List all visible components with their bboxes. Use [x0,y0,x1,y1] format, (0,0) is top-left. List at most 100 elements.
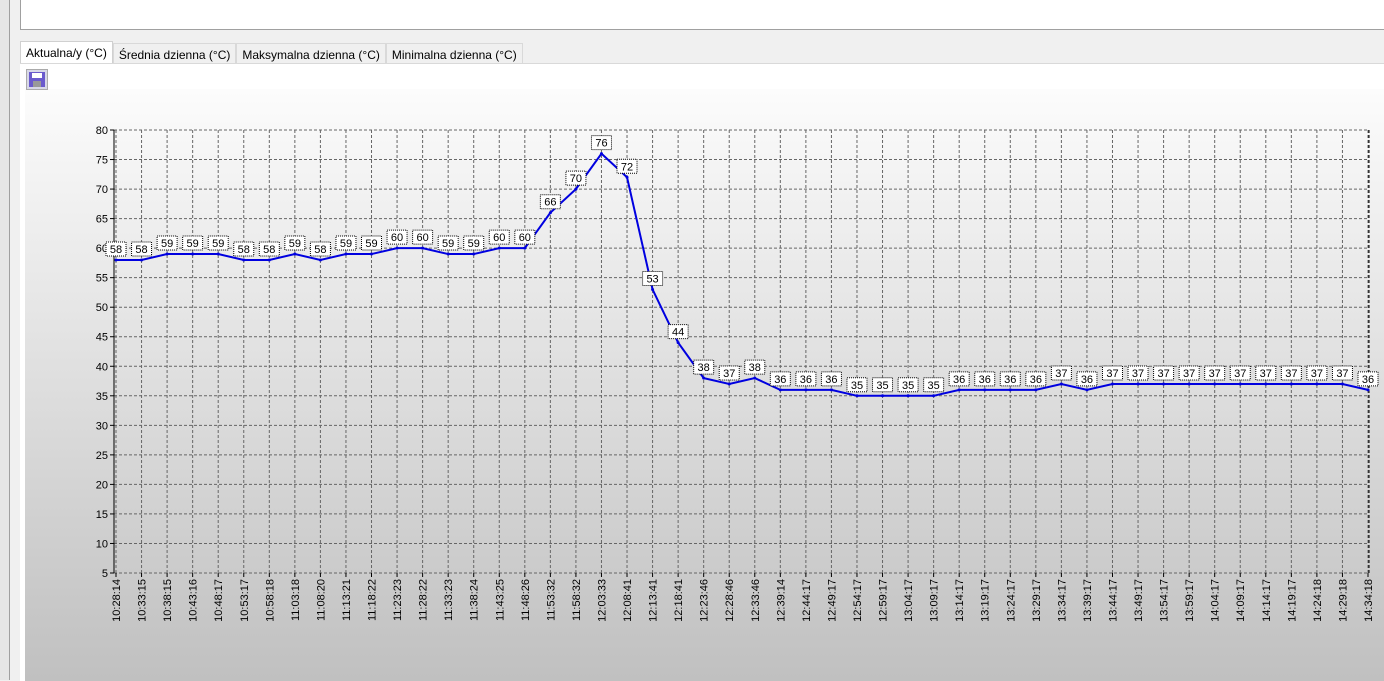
data-point [1059,382,1063,386]
data-label: 66 [544,197,556,209]
data-label: 53 [646,273,658,285]
data-label: 44 [672,327,684,339]
data-point [318,258,322,262]
x-tick-label: 11:48:26 [520,579,532,621]
x-tick-label: 10:48:17 [213,579,225,622]
x-tick-label: 12:39:14 [775,579,787,622]
y-tick-label: 15 [96,509,108,521]
data-label: 60 [416,232,428,244]
y-tick-label: 10 [96,538,108,550]
x-tick-label: 14:09:17 [1235,579,1247,622]
x-tick-label: 12:23:46 [699,579,711,622]
x-tick-label: 13:04:17 [903,579,915,622]
data-point [472,252,476,256]
data-point [957,388,961,392]
y-tick-label: 45 [96,332,108,344]
x-tick-label: 11:28:22 [418,579,430,621]
y-tick-label: 55 [96,273,108,285]
x-tick-label: 12:59:17 [878,579,890,622]
data-label: 59 [161,238,173,250]
data-point [702,376,706,380]
data-point [881,394,885,398]
data-label: 58 [110,244,122,256]
data-label: 36 [1362,374,1374,386]
data-label: 60 [519,232,531,244]
data-point [1264,382,1268,386]
data-point [855,394,859,398]
data-label: 59 [212,238,224,250]
x-tick-label: 12:44:17 [801,579,813,622]
data-label: 37 [1106,368,1118,380]
data-label: 59 [340,238,352,250]
data-point [497,246,501,250]
x-tick-label: 12:49:17 [826,579,838,622]
data-point [753,376,757,380]
data-label: 58 [238,244,250,256]
data-label: 36 [979,374,991,386]
x-tick-label: 13:19:17 [980,579,992,622]
data-point [727,382,731,386]
data-point [191,252,195,256]
y-tick-label: 80 [96,125,108,137]
x-tick-label: 12:28:46 [724,579,736,622]
data-point [267,258,271,262]
data-point [1238,382,1242,386]
x-tick-label: 11:33:23 [443,579,455,621]
data-point [293,252,297,256]
data-point [242,258,246,262]
data-point [370,252,374,256]
data-point [1340,382,1344,386]
data-label: 37 [1209,368,1221,380]
data-point [165,252,169,256]
x-tick-label: 11:13:21 [341,579,353,621]
data-label: 37 [1336,368,1348,380]
data-label: 58 [314,244,326,256]
data-point [906,394,910,398]
data-label: 59 [187,238,199,250]
x-tick-label: 10:53:17 [239,579,251,622]
x-tick-label: 10:28:14 [111,579,123,622]
data-point [140,258,144,262]
y-tick-label: 75 [96,155,108,167]
data-label: 36 [825,374,837,386]
x-tick-label: 13:39:17 [1082,579,1094,622]
data-label: 36 [774,374,786,386]
data-point [1085,388,1089,392]
data-label: 37 [1132,368,1144,380]
data-point [1110,382,1114,386]
data-label: 37 [1260,368,1272,380]
x-tick-label: 11:18:22 [367,579,379,621]
data-point [676,341,680,345]
data-label: 59 [289,238,301,250]
x-tick-label: 13:54:17 [1159,579,1171,622]
x-tick-label: 11:53:32 [545,579,557,621]
x-tick-label: 13:24:17 [1005,579,1017,622]
data-label: 37 [1311,368,1323,380]
data-point [625,175,629,179]
x-tick-label: 14:24:18 [1312,579,1324,622]
x-tick-label: 12:13:41 [648,579,660,622]
x-tick-label: 12:33:46 [750,579,762,622]
data-label: 36 [1004,374,1016,386]
x-tick-label: 12:18:41 [673,579,685,622]
line-chart: 5 10 15 20 25 30 35 40 45 50 55 60 65 70 75 80 10:28:14 1… [96,125,1379,622]
y-tick-label: 5 [102,568,108,580]
x-tick-label: 14:34:18 [1363,579,1375,622]
x-tick-label: 11:08:20 [315,579,327,621]
data-point [651,287,655,291]
x-tick-label: 14:14:17 [1261,579,1273,622]
data-label: 37 [1157,368,1169,380]
data-point [778,388,782,392]
data-label: 59 [365,238,377,250]
y-tick-label: 50 [96,302,108,314]
x-tick-label: 12:08:41 [622,579,634,622]
x-tick-label: 14:29:18 [1337,579,1349,622]
x-tick-label: 10:58:18 [264,579,276,622]
y-tick-label: 70 [96,184,108,196]
data-label: 36 [1081,374,1093,386]
data-point [446,252,450,256]
data-point [1008,388,1012,392]
data-point [114,258,118,262]
series-line [116,152,1369,397]
data-point [599,152,603,156]
